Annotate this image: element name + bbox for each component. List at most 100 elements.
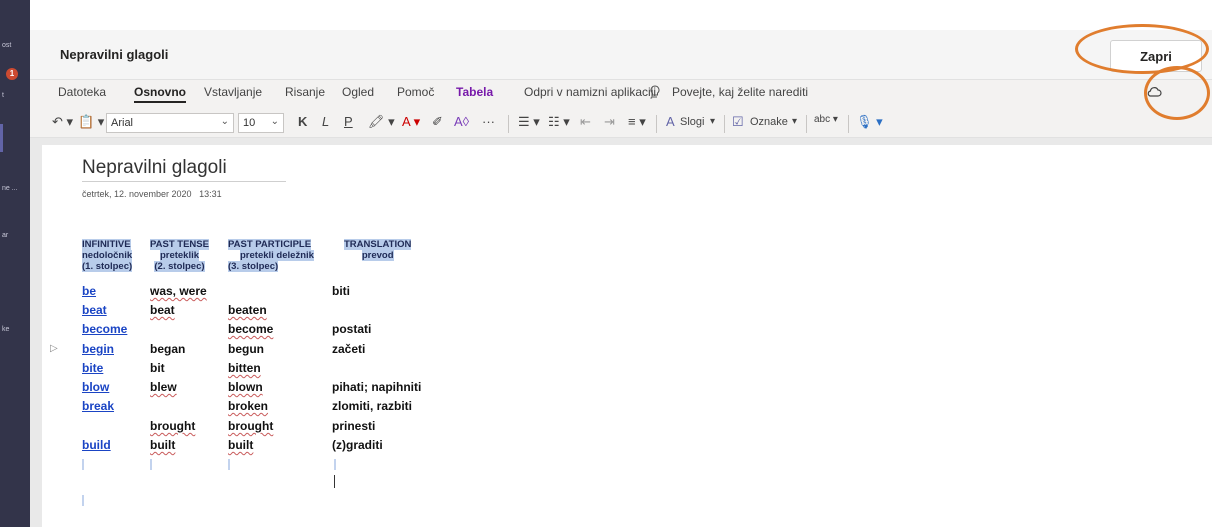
table-cell-infinitive[interactable]: break <box>82 399 114 413</box>
header-en: TRANSLATION <box>344 239 412 250</box>
font-family-value: Arial <box>111 117 134 129</box>
tab-view[interactable]: Ogled <box>342 85 374 99</box>
bold-button[interactable]: K <box>298 114 307 129</box>
styles-icon[interactable]: A <box>666 114 675 129</box>
tags-button[interactable]: Oznake <box>750 116 788 128</box>
app-header: Nepravilni glagoli Zapri <box>30 30 1212 80</box>
table-cell-past-participle[interactable]: blown <box>228 380 263 394</box>
table-cell-infinitive[interactable]: begin <box>82 342 114 356</box>
table-cell-infinitive[interactable]: become <box>82 322 127 336</box>
highlight-icon[interactable]: 🖍 ▾ <box>368 114 395 130</box>
spelling-icon[interactable]: abc ▾ <box>814 114 838 125</box>
note-page-canvas[interactable]: Nepravilni glagoli četrtek, 12. november… <box>42 145 1212 527</box>
align-icon[interactable]: ≡ ▾ <box>628 114 646 130</box>
table-cell-translation[interactable]: postati <box>332 322 371 336</box>
table-cell-translation[interactable]: (z)graditi <box>332 438 383 452</box>
header-col: (2. stolpec) <box>154 261 205 272</box>
tab-table[interactable]: Tabela <box>456 85 493 99</box>
table-cell-past-tense[interactable]: blew <box>150 380 177 394</box>
table-cell-past-participle[interactable]: brought <box>228 419 273 433</box>
tell-me-search[interactable]: Povejte, kaj želite narediti <box>672 85 808 99</box>
tab-draw[interactable]: Risanje <box>285 85 325 99</box>
font-color-icon[interactable]: A ▾ <box>402 114 420 130</box>
table-header-translation[interactable]: TRANSLATION prevod <box>344 239 412 261</box>
rail-item-label[interactable]: ke <box>2 326 9 333</box>
rail-item-label[interactable]: ne ... <box>2 185 18 192</box>
table-cell-translation[interactable]: prinesti <box>332 419 375 433</box>
table-cell-past-participle[interactable]: broken <box>228 399 268 413</box>
table-cell-past-participle[interactable]: begun <box>228 342 264 356</box>
header-sl: nedoločnik <box>82 250 133 261</box>
tag-icon[interactable]: ☑ <box>732 114 744 130</box>
rail-item-label[interactable]: ar <box>2 232 8 239</box>
tab-insert[interactable]: Vstavljanje <box>204 85 262 99</box>
table-cell-past-tense[interactable]: was, were <box>150 284 207 298</box>
table-cell-past-tense[interactable]: began <box>150 342 185 356</box>
table-cell-empty[interactable] <box>334 459 336 470</box>
font-size-value: 10 <box>243 117 256 129</box>
table-cell-infinitive[interactable]: blow <box>82 380 109 394</box>
table-cell-past-participle[interactable]: beaten <box>228 303 267 317</box>
font-size-select[interactable]: 10 ⌄ <box>238 113 284 133</box>
rail-item-label[interactable]: ost <box>2 42 11 49</box>
header-sl: preteklik <box>159 250 200 261</box>
table-cell-infinitive[interactable]: bite <box>82 361 103 375</box>
more-icon[interactable]: ··· <box>482 114 495 129</box>
table-header-past-tense[interactable]: PAST TENSE preteklik (2. stolpec) <box>150 239 209 272</box>
clear-format-icon[interactable]: A◊ <box>454 114 469 129</box>
table-header-infinitive[interactable]: INFINITIVE nedoločnik (1. stolpec) <box>82 239 133 272</box>
table-cell-infinitive[interactable]: be <box>82 284 96 298</box>
table-cell-past-participle[interactable]: bitten <box>228 361 261 375</box>
table-cell-empty[interactable] <box>82 495 84 506</box>
styles-button[interactable]: Slogi <box>680 116 704 128</box>
table-cell-empty[interactable] <box>228 459 230 470</box>
title-underline <box>82 181 286 182</box>
header-col: (3. stolpec) <box>228 261 279 272</box>
table-cell-empty[interactable] <box>150 459 152 470</box>
bullet-list-icon[interactable]: ☰ ▾ <box>518 114 540 130</box>
italic-button[interactable]: L <box>322 114 329 129</box>
divider <box>508 115 509 133</box>
clipboard-icon[interactable]: 📋 ▾ <box>78 114 104 130</box>
underline-button[interactable]: P <box>344 114 353 129</box>
page-title[interactable]: Nepravilni glagoli <box>82 157 227 179</box>
close-button[interactable]: Zapri <box>1110 40 1202 72</box>
table-header-past-participle[interactable]: PAST PARTICIPLE pretekli deležnik (3. st… <box>228 239 314 272</box>
table-cell-past-tense[interactable]: built <box>150 438 175 452</box>
table-cell-translation[interactable]: začeti <box>332 342 365 356</box>
open-in-desktop-app[interactable]: Odpri v namizni aplikaciji <box>524 85 656 99</box>
format-painter-icon[interactable]: ✐ <box>432 114 443 130</box>
table-cell-past-tense[interactable]: beat <box>150 303 175 317</box>
undo-icon[interactable]: ↶ ▾ <box>52 114 73 130</box>
divider <box>848 115 849 133</box>
table-cell-past-tense[interactable]: brought <box>150 419 195 433</box>
chevron-down-icon: ⌄ <box>270 116 279 127</box>
rail-item-label[interactable]: t <box>2 92 4 99</box>
lightbulb-icon <box>650 85 660 102</box>
formatting-toolbar: ↶ ▾ 📋 ▾ Arial ⌄ 10 ⌄ K L P 🖍 ▾ A ▾ ✐ A◊ … <box>30 108 1212 138</box>
tab-help[interactable]: Pomoč <box>397 85 434 99</box>
table-cell-past-participle[interactable]: built <box>228 438 253 452</box>
notification-badge: 1 <box>6 68 18 80</box>
indent-icon[interactable]: ⇥ <box>604 114 615 130</box>
header-sl: prevod <box>361 250 394 261</box>
table-cell-translation[interactable]: biti <box>332 284 350 298</box>
app-title: Nepravilni glagoli <box>60 47 169 62</box>
row-handle-icon[interactable]: ▷ <box>50 343 58 354</box>
table-cell-translation[interactable]: pihati; napihniti <box>332 380 421 394</box>
table-cell-empty[interactable] <box>82 459 84 470</box>
table-cell-infinitive[interactable]: beat <box>82 303 107 317</box>
table-cell-translation[interactable]: zlomiti, razbiti <box>332 399 412 413</box>
header-sl: pretekli deležnik <box>240 250 314 261</box>
numbered-list-icon[interactable]: ☷ ▾ <box>548 114 570 130</box>
font-family-select[interactable]: Arial ⌄ <box>106 113 234 133</box>
cloud-sync-icon[interactable] <box>1146 85 1162 104</box>
table-cell-past-participle[interactable]: become <box>228 322 273 336</box>
tab-file[interactable]: Datoteka <box>58 85 106 99</box>
table-cell-past-tense[interactable]: bit <box>150 361 165 375</box>
table-cell-infinitive[interactable]: build <box>82 438 111 452</box>
tab-home[interactable]: Osnovno <box>134 85 187 103</box>
outdent-icon[interactable]: ⇤ <box>580 114 591 130</box>
microphone-icon[interactable]: 🎙 ▾ <box>856 114 883 130</box>
page-date: četrtek, 12. november 2020 13:31 <box>82 189 222 199</box>
